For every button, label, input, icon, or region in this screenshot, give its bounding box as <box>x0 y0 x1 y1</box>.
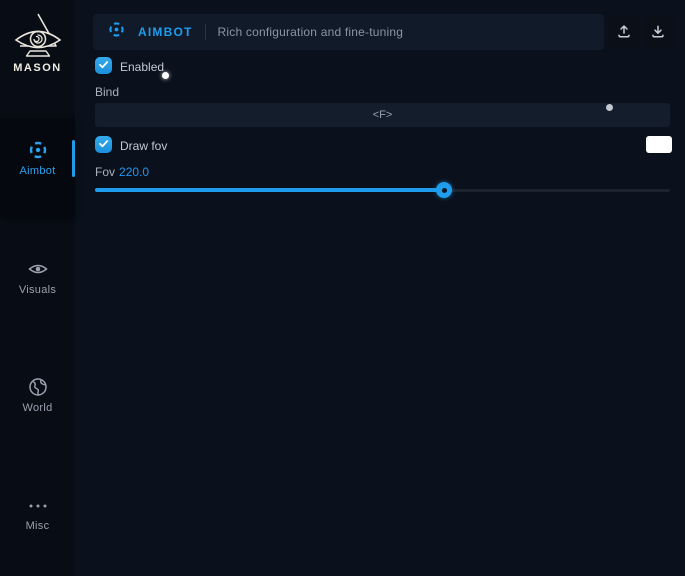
bind-keybind-field[interactable]: <F> <box>95 103 670 127</box>
brand-logo: MASON <box>0 10 75 74</box>
upload-icon <box>616 23 632 42</box>
checkmark-icon <box>98 136 109 154</box>
eye-pyramid-icon <box>0 10 75 60</box>
fov-color-swatch[interactable] <box>646 136 672 153</box>
page-header: AIMBOT Rich configuration and fine-tunin… <box>93 14 604 50</box>
particle-dot <box>606 104 613 111</box>
fov-value: 220.0 <box>119 165 149 179</box>
ellipsis-icon <box>0 496 75 516</box>
fov-slider-fill <box>95 188 444 192</box>
sidebar-item-label: Visuals <box>0 284 75 296</box>
fov-label: Fov 220.0 <box>95 165 149 179</box>
sidebar-item-label: World <box>0 402 75 414</box>
checkmark-icon <box>98 57 109 75</box>
page-subtitle: Rich configuration and fine-tuning <box>218 25 404 39</box>
fov-slider[interactable] <box>95 182 670 198</box>
header-divider <box>205 24 206 40</box>
enabled-checkbox[interactable] <box>95 57 112 74</box>
brand-name: MASON <box>0 62 75 74</box>
draw-fov-checkbox[interactable] <box>95 136 112 153</box>
fov-label-text: Fov <box>95 165 115 179</box>
page-title: AIMBOT <box>138 25 193 39</box>
sidebar-item-label: Misc <box>0 520 75 532</box>
cursor-dot <box>162 72 169 79</box>
sidebar-item-misc[interactable]: Misc <box>0 496 75 532</box>
sidebar-item-world[interactable]: World <box>0 376 75 414</box>
enabled-label: Enabled <box>120 60 164 74</box>
sidebar: MASON Aimbot Visuals <box>0 0 75 576</box>
sidebar-item-aimbot[interactable]: Aimbot <box>0 139 75 177</box>
crosshair-icon <box>107 20 126 44</box>
download-icon <box>650 23 666 42</box>
mason-menu-window: MASON Aimbot Visuals <box>0 0 685 576</box>
globe-icon <box>0 376 75 398</box>
download-config-button[interactable] <box>642 16 674 48</box>
bind-label: Bind <box>95 85 119 99</box>
main-content: AIMBOT Rich configuration and fine-tunin… <box>75 0 685 576</box>
sidebar-item-visuals[interactable]: Visuals <box>0 258 75 296</box>
fov-slider-handle[interactable] <box>436 182 452 198</box>
upload-config-button[interactable] <box>608 16 640 48</box>
sidebar-item-label: Aimbot <box>0 165 75 177</box>
eye-icon <box>0 258 75 280</box>
crosshair-icon <box>0 139 75 161</box>
draw-fov-label: Draw fov <box>120 139 167 153</box>
